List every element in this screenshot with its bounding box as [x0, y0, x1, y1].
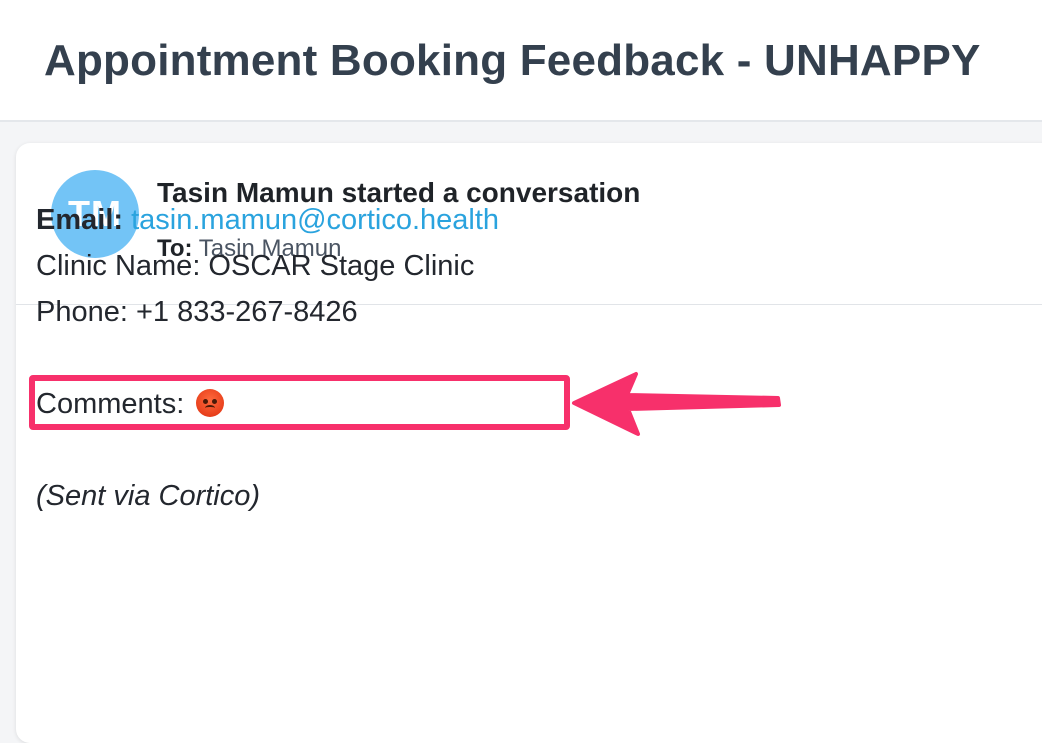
- clinic-name-line: Clinic Name: OSCAR Stage Clinic: [36, 250, 475, 282]
- email-line: Email: tasin.mamun@cortico.health: [36, 197, 499, 243]
- email-link[interactable]: tasin.mamun@cortico.health: [131, 204, 499, 236]
- page-header: Appointment Booking Feedback - UNHAPPY: [0, 0, 1042, 122]
- page-title: Appointment Booking Feedback - UNHAPPY: [44, 36, 981, 85]
- email-label: Email:: [36, 204, 124, 236]
- message-body: Email: tasin.mamun@cortico.health Clinic…: [36, 197, 499, 519]
- left-arrow-icon: [572, 372, 781, 436]
- highlight-box: [29, 375, 570, 430]
- phone-line: Phone: +1 833-267-8426: [36, 296, 358, 328]
- sent-via-text: (Sent via Cortico): [36, 480, 261, 512]
